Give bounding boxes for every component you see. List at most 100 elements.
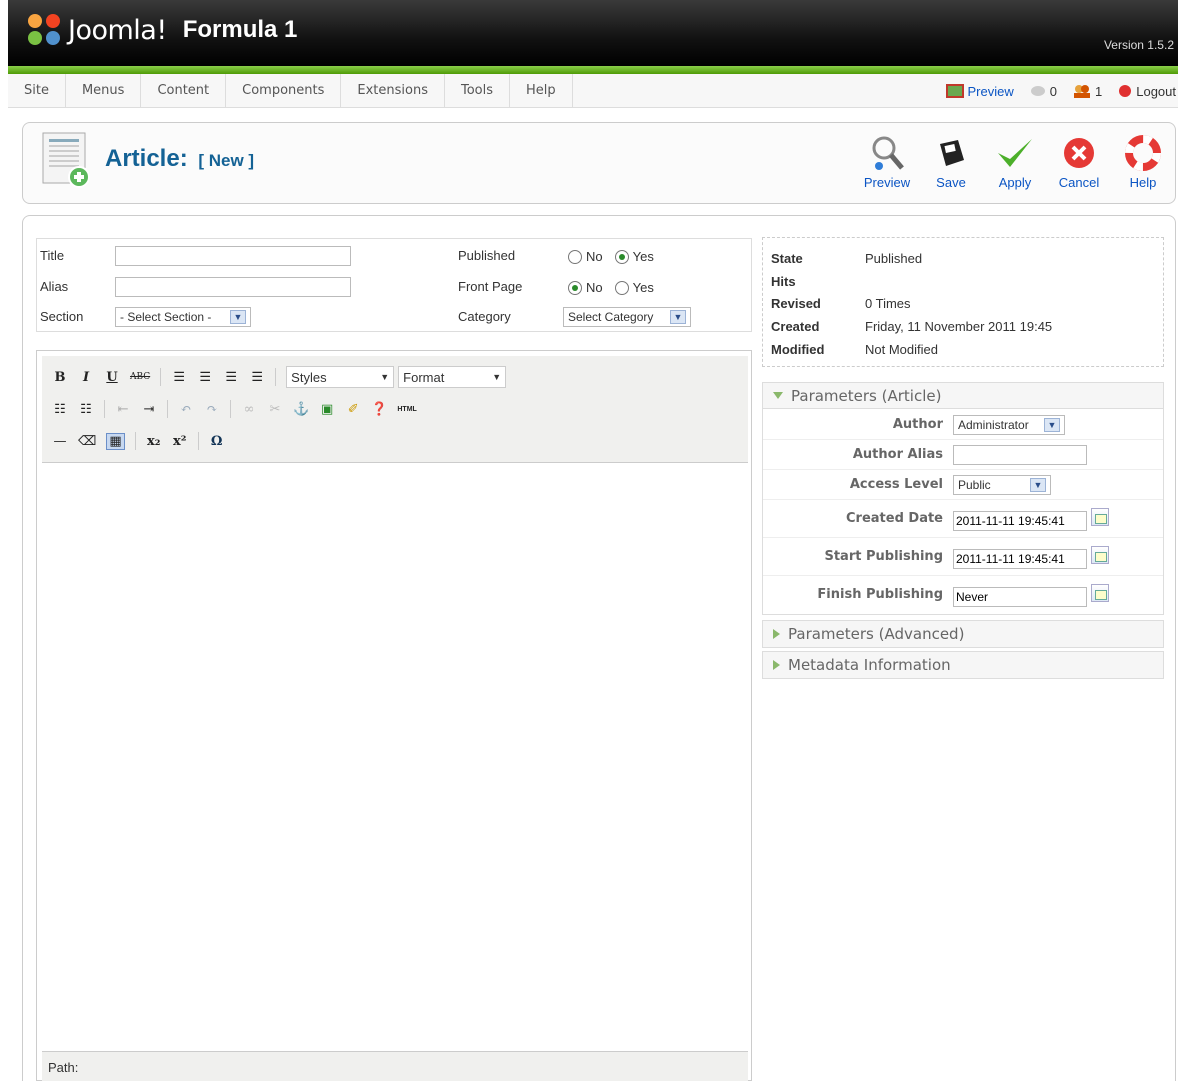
published-yes-radio[interactable] — [614, 249, 629, 264]
calendar-icon[interactable] — [1091, 584, 1109, 602]
published-no-radio[interactable] — [568, 249, 582, 264]
align-justify-icon[interactable]: ☰ — [249, 370, 265, 385]
styles-select-label: Styles — [291, 369, 327, 385]
help-button[interactable]: Help — [1111, 131, 1175, 190]
author-alias-input[interactable] — [953, 445, 1087, 465]
logout-label[interactable]: Logout — [1136, 84, 1176, 99]
access-level-select[interactable]: Public ▼ — [953, 475, 1051, 495]
superscript-icon[interactable]: x² — [172, 434, 188, 449]
special-character-icon[interactable]: Ω — [209, 434, 225, 449]
wysiwyg-editor: B I U ABC ☰ ☰ ☰ ☰ Styles ▼ Format ▼ ☷ ☷ … — [36, 350, 752, 1081]
toolbar-separator — [197, 432, 199, 450]
html-source-button[interactable]: HTML — [397, 406, 416, 413]
toolbar-buttons: Preview Save Apply Cancel Help — [855, 131, 1175, 190]
modified-label: Modified — [771, 342, 825, 357]
finish-publishing-input[interactable] — [953, 587, 1087, 607]
table-icon[interactable]: ▦ — [106, 432, 125, 450]
subscript-icon[interactable]: x₂ — [146, 434, 162, 449]
frontpage-yes-radio[interactable] — [614, 280, 629, 295]
help-question-icon[interactable]: ❓ — [371, 402, 387, 417]
title-input[interactable] — [115, 246, 351, 266]
revised-row: Revised 0 Times — [771, 296, 911, 311]
cleanup-brush-icon[interactable]: ✐ — [345, 402, 361, 417]
messages-count: 0 — [1049, 83, 1057, 99]
styles-select[interactable]: Styles ▼ — [286, 366, 395, 388]
numbered-list-icon[interactable]: ☷ — [78, 402, 94, 417]
chevron-down-icon: ▼ — [380, 372, 390, 382]
author-select[interactable]: Administrator ▼ — [953, 415, 1065, 435]
align-center-icon[interactable]: ☰ — [197, 370, 213, 385]
preview-link-label[interactable]: Preview — [968, 84, 1014, 99]
section-label: Section — [40, 309, 84, 324]
published-radio-group: No Yes — [568, 249, 654, 264]
menu-item-menus[interactable]: Menus — [66, 74, 142, 108]
chevron-down-icon: ▼ — [230, 310, 246, 324]
undo-icon[interactable]: ↶ — [178, 402, 194, 417]
author-select-value: Administrator — [958, 418, 1029, 432]
floppy-disk-icon — [919, 131, 983, 175]
status-bar: Preview 0 1 Logout — [945, 74, 1176, 108]
underline-icon[interactable]: U — [104, 370, 120, 385]
image-icon[interactable]: ▣ — [319, 402, 335, 417]
start-publishing-input[interactable] — [953, 549, 1087, 569]
horizontal-rule-icon[interactable]: — — [52, 434, 68, 449]
messages-status[interactable]: 0 — [1030, 84, 1057, 99]
outdent-icon[interactable]: ⇤ — [115, 402, 131, 417]
align-left-icon[interactable]: ☰ — [171, 370, 187, 385]
menu-item-tools[interactable]: Tools — [445, 74, 511, 108]
toolbar-separator — [104, 400, 105, 418]
page-subtitle: [ New ] — [198, 151, 255, 170]
page-title-text: Article: — [105, 145, 188, 172]
save-button[interactable]: Save — [919, 131, 983, 190]
anchor-icon[interactable]: ⚓ — [293, 402, 309, 417]
metadata-toggle[interactable]: Metadata Information — [763, 652, 1163, 678]
users-status[interactable]: 1 — [1073, 84, 1102, 99]
modified-row: Modified Not Modified — [771, 342, 938, 357]
indent-icon[interactable]: ⇥ — [141, 402, 157, 417]
apply-button[interactable]: Apply — [983, 131, 1047, 190]
parameters-article-title: Parameters (Article) — [791, 386, 942, 405]
parameters-advanced-toggle[interactable]: Parameters (Advanced) — [763, 621, 1163, 647]
calendar-icon[interactable] — [1091, 508, 1109, 526]
header-divider — [8, 66, 1178, 74]
cancel-x-icon — [1047, 131, 1111, 175]
parameters-article-pane: Parameters (Article) Author Administrato… — [762, 382, 1164, 615]
eraser-icon[interactable]: ⌫ — [78, 434, 96, 449]
category-select[interactable]: Select Category ▼ — [563, 307, 691, 327]
parameters-advanced-title: Parameters (Advanced) — [788, 625, 965, 643]
section-select[interactable]: - Select Section - ▼ — [115, 307, 251, 327]
bold-icon[interactable]: B — [52, 370, 68, 385]
link-icon[interactable]: ∞ — [241, 402, 257, 417]
editor-toolbar-row-1: B I U ABC ☰ ☰ ☰ ☰ Styles ▼ Format ▼ — [52, 366, 507, 388]
editor-content-area[interactable] — [42, 463, 748, 1049]
italic-icon[interactable]: I — [78, 370, 94, 385]
preview-link[interactable]: Preview — [945, 83, 1014, 99]
menu-item-components[interactable]: Components — [226, 74, 342, 108]
frontpage-no-radio[interactable] — [568, 280, 582, 295]
strikethrough-icon[interactable]: ABC — [130, 372, 150, 382]
created-row: Created Friday, 11 November 2011 19:45 — [771, 319, 1052, 334]
align-right-icon[interactable]: ☰ — [223, 370, 239, 385]
created-date-input[interactable] — [953, 511, 1087, 531]
redo-icon[interactable]: ↷ — [204, 402, 220, 417]
unlink-icon[interactable]: ✂ — [267, 402, 283, 417]
expanded-arrow-icon — [773, 392, 783, 399]
format-select[interactable]: Format ▼ — [398, 366, 507, 388]
alias-input[interactable] — [115, 277, 351, 297]
preview-button[interactable]: Preview — [855, 131, 919, 190]
parameters-article-toggle[interactable]: Parameters (Article) — [763, 383, 1163, 409]
joomla-logo-icon — [28, 14, 64, 46]
menu-item-site[interactable]: Site — [8, 74, 66, 108]
menu-item-extensions[interactable]: Extensions — [341, 74, 445, 108]
logout-link[interactable]: Logout — [1118, 84, 1176, 99]
editor-toolbar-row-2: ☷ ☷ ⇤ ⇥ ↶ ↷ ∞ ✂ ⚓ ▣ ✐ ❓ HTML — [52, 400, 417, 418]
cancel-button[interactable]: Cancel — [1047, 131, 1111, 190]
menu-item-content[interactable]: Content — [141, 74, 227, 108]
logout-icon — [1119, 85, 1132, 97]
frontpage-yes-label: Yes — [632, 280, 654, 295]
admin-header: Joomla! Formula 1 Version 1.5.2 — [8, 0, 1178, 66]
calendar-icon[interactable] — [1091, 546, 1109, 564]
article-info-box: State Published Hits Revised 0 Times Cre… — [762, 237, 1164, 367]
bullet-list-icon[interactable]: ☷ — [52, 402, 68, 417]
menu-item-help[interactable]: Help — [510, 74, 573, 108]
